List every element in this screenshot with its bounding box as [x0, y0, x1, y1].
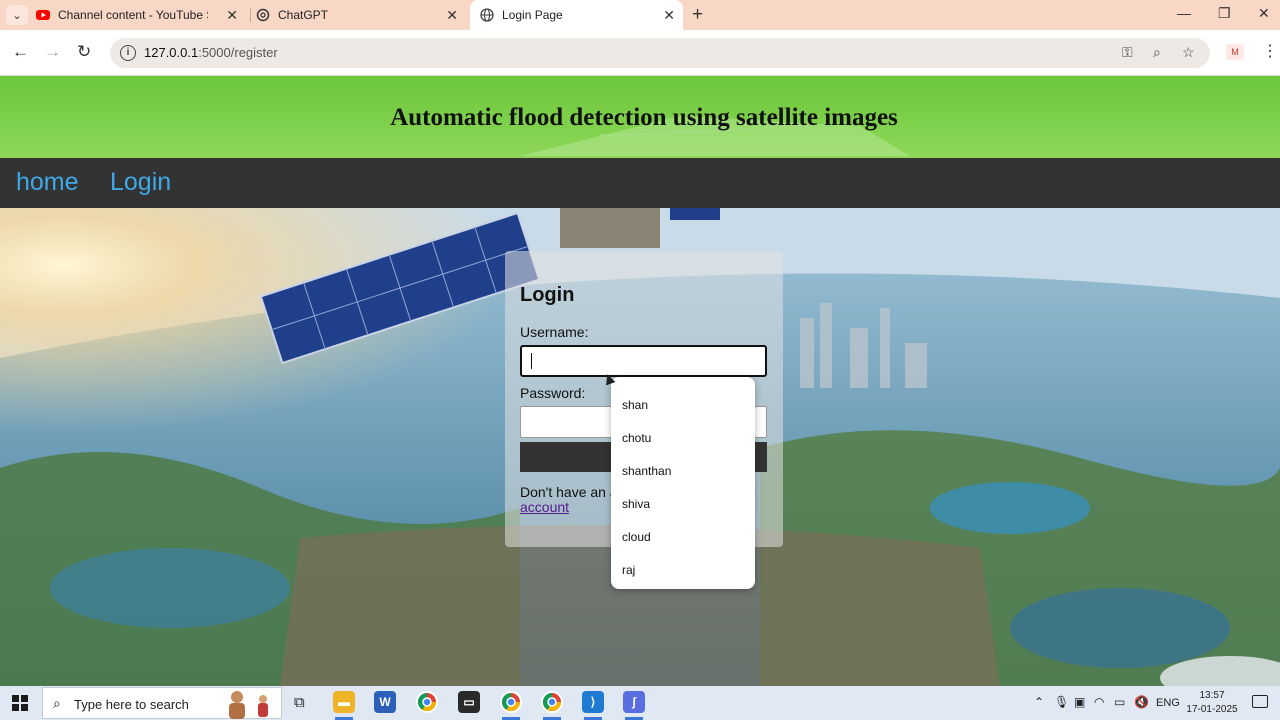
password-label: Password:	[520, 385, 586, 401]
menu-kebab-icon[interactable]: ⋮	[1262, 41, 1278, 61]
tab-divider	[250, 8, 251, 22]
restore-icon[interactable]: ❐	[1218, 5, 1231, 22]
chrome-profile-icon[interactable]	[500, 691, 522, 713]
device-icon[interactable]: ▣	[1074, 695, 1085, 709]
close-tab-icon[interactable]: ✕	[663, 7, 675, 24]
username-autocomplete-dropdown: shan chotu shanthan shiva cloud raj	[611, 377, 755, 589]
microphone-icon[interactable]: 🎙	[1054, 695, 1069, 709]
autocomplete-option[interactable]: cloud	[622, 530, 651, 544]
url-text: 127.0.0.1:5000/register	[144, 45, 278, 60]
tab-title: Channel content - YouTube Stu	[58, 8, 208, 22]
tab-youtube-studio[interactable]: Channel content - YouTube Stu ✕	[36, 0, 246, 30]
globe-icon	[480, 8, 494, 22]
chrome-icon[interactable]	[416, 691, 438, 713]
page-title: Automatic flood detection using satellit…	[390, 104, 898, 131]
minimize-icon[interactable]: —	[1177, 5, 1191, 21]
word-icon[interactable]: W	[374, 691, 396, 713]
address-bar[interactable]: i 127.0.0.1:5000/register ⚿ ⌕ ☆	[110, 38, 1210, 68]
nav-home-link[interactable]: home	[16, 168, 79, 197]
tab-title: ChatGPT	[278, 8, 329, 22]
bookmark-star-icon[interactable]: ☆	[1182, 44, 1195, 61]
nav-login-link[interactable]: Login	[110, 168, 171, 197]
autocomplete-option[interactable]: shanthan	[622, 464, 671, 478]
volume-muted-icon[interactable]: 🔇	[1134, 695, 1149, 709]
username-label: Username:	[520, 324, 589, 340]
autocomplete-option[interactable]: raj	[622, 563, 635, 577]
tab-title: Login Page	[502, 8, 563, 22]
autocomplete-option[interactable]: chotu	[622, 431, 651, 445]
zoom-icon[interactable]: ⌕	[1153, 44, 1161, 61]
autocomplete-option[interactable]: shiva	[622, 497, 650, 511]
top-nav: home Login	[0, 158, 1280, 208]
tray-chevron-icon[interactable]: ⌃	[1034, 695, 1044, 709]
login-heading: Login	[520, 284, 575, 306]
tab-login-page[interactable]: Login Page ✕	[470, 0, 683, 30]
language-indicator[interactable]: ENG	[1156, 697, 1180, 709]
windows-start-icon[interactable]	[12, 695, 28, 711]
tab-chatgpt[interactable]: ChatGPT ✕	[256, 0, 466, 30]
notification-icon[interactable]	[1252, 695, 1268, 708]
back-icon[interactable]: ←	[12, 42, 29, 62]
reload-icon[interactable]: ↻	[77, 42, 91, 62]
browser-tab-strip: ⌄ Channel content - YouTube Stu ✕ ChatGP…	[0, 0, 1280, 30]
create-account-link[interactable]: account	[520, 499, 569, 515]
vscode-icon[interactable]: ⟩	[582, 691, 604, 713]
app-icon[interactable]: ʃ	[623, 691, 645, 713]
username-input[interactable]	[520, 345, 767, 377]
task-view-icon[interactable]: ⧉	[294, 694, 305, 711]
system-clock[interactable]: 13:57 17-01-2025	[1180, 689, 1244, 717]
search-icon: ⌕	[53, 695, 61, 711]
autocomplete-option[interactable]: shan	[622, 398, 648, 412]
search-placeholder: Type here to search	[74, 697, 189, 712]
close-window-icon[interactable]: ✕	[1258, 5, 1270, 22]
new-tab-button[interactable]: +	[692, 4, 703, 26]
battery-icon[interactable]: ▭	[1114, 695, 1125, 709]
windows-taskbar: ⌕ Type here to search ⧉ ▬ W ▭ ⟩ ʃ ⌃ 🎙 ▣ …	[0, 686, 1280, 720]
register-prompt: Don't have an a account	[520, 484, 618, 515]
header-banner: Automatic flood detection using satellit…	[0, 76, 1280, 158]
close-tab-icon[interactable]: ✕	[446, 7, 458, 24]
text-caret	[531, 353, 532, 369]
chatgpt-icon	[256, 8, 270, 22]
browser-toolbar: ← → ↻ i 127.0.0.1:5000/register ⚿ ⌕ ☆ M …	[0, 30, 1280, 76]
file-explorer-icon[interactable]: ▬	[333, 691, 355, 713]
site-info-icon[interactable]: i	[120, 45, 136, 61]
tab-search-button[interactable]: ⌄	[6, 5, 28, 25]
chrome-profile-icon[interactable]	[541, 691, 563, 713]
extension-icon[interactable]: M	[1226, 44, 1244, 60]
youtube-icon	[36, 8, 50, 22]
terminal-icon[interactable]: ▭	[458, 691, 480, 713]
password-key-icon[interactable]: ⚿	[1122, 44, 1133, 61]
taskbar-search-box[interactable]: ⌕ Type here to search	[42, 687, 282, 719]
wifi-icon[interactable]: ◠	[1094, 695, 1104, 709]
forward-icon[interactable]: →	[44, 42, 61, 62]
search-highlight-figure-icon	[229, 691, 268, 719]
close-tab-icon[interactable]: ✕	[226, 7, 238, 24]
